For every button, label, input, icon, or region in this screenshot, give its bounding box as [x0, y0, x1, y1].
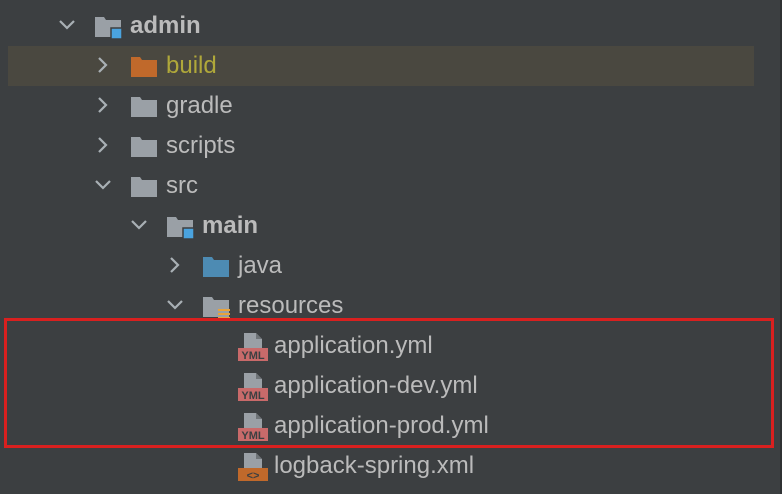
- yml-badge-text: YML: [241, 430, 265, 442]
- chevron-down-icon[interactable]: [164, 294, 186, 316]
- yml-badge-text: YML: [241, 350, 265, 362]
- chevron-down-icon[interactable]: [92, 174, 114, 196]
- resources-folder-icon: [203, 297, 230, 319]
- yml-file-icon: YML: [238, 413, 268, 442]
- yml-file-icon: YML: [238, 333, 268, 362]
- tree-item-src[interactable]: src: [0, 166, 782, 206]
- folder-icon: [131, 97, 157, 117]
- tree-item-label: src: [166, 172, 198, 199]
- tree-item-application-yml[interactable]: YML application.yml: [0, 326, 782, 366]
- yml-file-icon: YML: [238, 373, 268, 402]
- tree-item-label: gradle: [166, 92, 233, 119]
- tree-item-scripts[interactable]: scripts: [0, 126, 782, 166]
- tree-item-label: java: [238, 252, 283, 279]
- xml-badge-text: <>: [247, 470, 260, 482]
- module-folder-icon: [95, 17, 123, 40]
- tree-item-java[interactable]: java: [0, 246, 782, 286]
- module-folder-icon: [167, 217, 195, 240]
- folder-icon: [131, 137, 157, 157]
- tree-item-logback-spring-xml[interactable]: <> logback-spring.xml: [0, 446, 782, 486]
- chevron-right-icon[interactable]: [164, 254, 186, 276]
- tree-item-label: application.yml: [274, 332, 433, 359]
- folder-icon: [131, 177, 157, 197]
- chevron-right-icon[interactable]: [92, 94, 114, 116]
- chevron-down-icon[interactable]: [56, 14, 78, 36]
- tree-item-label: application-prod.yml: [274, 412, 489, 439]
- tree-item-admin[interactable]: admin: [0, 6, 782, 46]
- tree-item-resources[interactable]: resources: [0, 286, 782, 326]
- tree-item-gradle[interactable]: gradle: [0, 86, 782, 126]
- tree-item-label: resources: [238, 292, 344, 319]
- xml-file-icon: <>: [238, 453, 268, 482]
- tree-item-main[interactable]: main: [0, 206, 782, 246]
- chevron-down-icon[interactable]: [128, 214, 150, 236]
- excluded-folder-icon: [131, 57, 157, 77]
- tree-item-label: admin: [130, 12, 201, 39]
- tree-item-application-dev-yml[interactable]: YML application-dev.yml: [0, 366, 782, 406]
- tree-item-build[interactable]: build: [0, 46, 782, 86]
- tree-item-label: scripts: [166, 132, 236, 159]
- tree-item-application-prod-yml[interactable]: YML application-prod.yml: [0, 406, 782, 446]
- tree-item-label: main: [202, 212, 259, 239]
- chevron-right-icon[interactable]: [92, 134, 114, 156]
- yml-badge-text: YML: [241, 390, 265, 402]
- tree-item-label: build: [166, 52, 217, 79]
- chevron-right-icon[interactable]: [92, 54, 114, 76]
- project-tree: admin build gradle scripts src main java…: [0, 0, 782, 494]
- tree-item-label: application-dev.yml: [274, 372, 478, 399]
- tree-item-label: logback-spring.xml: [274, 452, 475, 479]
- source-folder-icon: [203, 257, 229, 277]
